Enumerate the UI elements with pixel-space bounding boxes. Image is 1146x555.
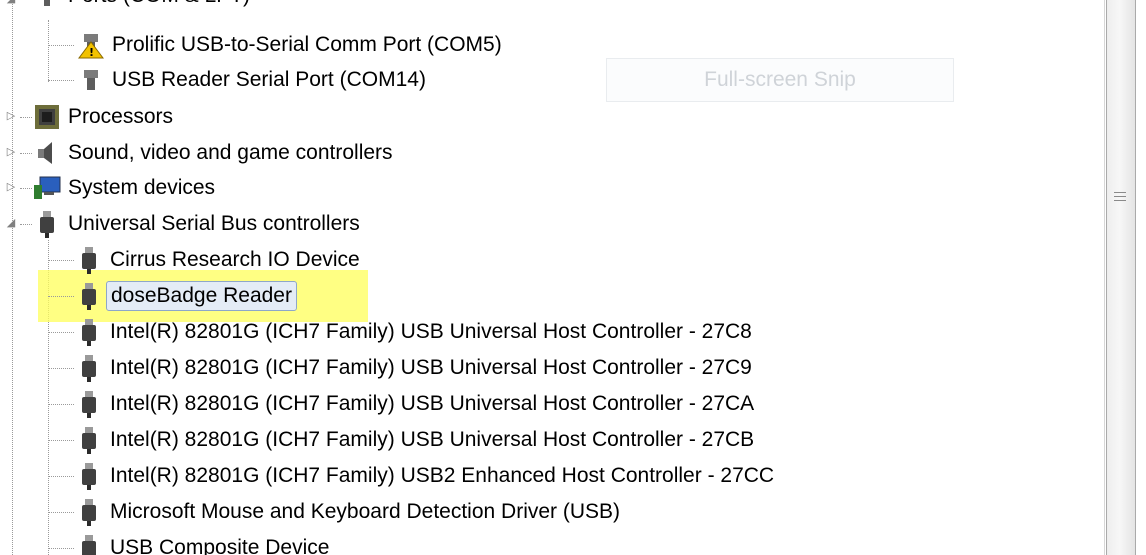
tree-connector (20, 224, 32, 225)
tree-connector (48, 332, 74, 333)
tree-item-system-devices[interactable]: ▷ System devices (4, 170, 219, 206)
tree-item-ports[interactable]: ◢ Ports (COM & LPT) (4, 0, 254, 14)
expand-arrow-icon[interactable]: ▷ (4, 145, 18, 158)
usb-plug-icon (74, 281, 104, 311)
tree-item-usb-reader-serial-port[interactable]: USB Reader Serial Port (COM14) (48, 62, 430, 98)
tree-item-label: Microsoft Mouse and Keyboard Detection D… (110, 500, 621, 523)
processor-icon (32, 102, 62, 132)
tree-item-label: USB Composite Device (110, 536, 330, 555)
tree-connector (48, 476, 74, 477)
tree-connector (48, 404, 74, 405)
port-warning-icon: ! (76, 30, 106, 60)
usb-plug-icon (74, 353, 104, 383)
tree-item-label: USB Reader Serial Port (COM14) (112, 68, 426, 91)
tree-item-label: Cirrus Research IO Device (110, 248, 360, 271)
expand-arrow-icon[interactable]: ▷ (4, 109, 18, 122)
tree-item-usb-composite-device[interactable]: USB Composite Device (48, 530, 333, 555)
expand-arrow-icon[interactable]: ▷ (4, 180, 18, 193)
tree-item-label: Prolific USB-to-Serial Comm Port (COM5) (112, 33, 502, 56)
collapse-arrow-icon[interactable]: ◢ (4, 216, 18, 229)
usb-plug-icon (74, 461, 104, 491)
usb-plug-icon (74, 497, 104, 527)
tree-connector (20, 153, 32, 154)
speaker-icon (32, 138, 62, 168)
tree-connector (48, 440, 74, 441)
collapse-arrow-icon[interactable]: ◢ (4, 0, 18, 5)
tree-connector (48, 45, 74, 46)
tree-item-label: Universal Serial Bus controllers (68, 212, 360, 235)
tree-item-intel-uhci-27c9[interactable]: Intel(R) 82801G (ICH7 Family) USB Univer… (48, 350, 756, 386)
tree-connector (20, 188, 32, 189)
tree-connector (48, 296, 74, 297)
port-icon (76, 65, 106, 95)
tree-connector (48, 368, 74, 369)
tree-item-prolific-port[interactable]: ! Prolific USB-to-Serial Comm Port (COM5… (48, 27, 506, 63)
tree-item-label: Sound, video and game controllers (68, 141, 393, 164)
tree-item-cirrus-io-device[interactable]: Cirrus Research IO Device (48, 242, 364, 278)
tree-connector (12, 0, 13, 555)
tree-item-intel-uhci-27cb[interactable]: Intel(R) 82801G (ICH7 Family) USB Univer… (48, 422, 758, 458)
usb-plug-icon (74, 389, 104, 419)
tree-item-sound-video-game[interactable]: ▷ Sound, video and game controllers (4, 135, 397, 171)
tree-item-usb-controllers[interactable]: ◢ Universal Serial Bus controllers (4, 206, 364, 242)
tree-item-dosebadge-reader[interactable]: doseBadge Reader (48, 278, 297, 314)
usb-plug-icon (74, 317, 104, 347)
computer-icon (32, 173, 62, 203)
tree-item-intel-ehci-27cc[interactable]: Intel(R) 82801G (ICH7 Family) USB2 Enhan… (48, 458, 778, 494)
tree-item-label: Intel(R) 82801G (ICH7 Family) USB Univer… (110, 392, 755, 415)
tree-item-label: Intel(R) 82801G (ICH7 Family) USB Univer… (110, 320, 752, 343)
tree-item-label-selected: doseBadge Reader (106, 281, 297, 311)
scrollbar-grip-icon (1114, 192, 1126, 204)
tree-item-intel-uhci-27ca[interactable]: Intel(R) 82801G (ICH7 Family) USB Univer… (48, 386, 758, 422)
usb-plug-icon (74, 425, 104, 455)
vertical-scrollbar-thumb[interactable] (1106, 0, 1136, 555)
tree-item-processors[interactable]: ▷ Processors (4, 99, 177, 135)
svg-text:!: ! (89, 46, 94, 59)
tree-item-label: Intel(R) 82801G (ICH7 Family) USB Univer… (110, 356, 752, 379)
tree-item-label: Intel(R) 82801G (ICH7 Family) USB Univer… (110, 428, 755, 451)
device-tree[interactable]: ◢ Ports (COM & LPT) ! Prolific USB-to-Se… (0, 0, 1104, 555)
tree-connector (48, 548, 74, 549)
tree-item-label: System devices (68, 176, 216, 199)
tree-connector (20, 117, 32, 118)
port-icon (32, 0, 62, 11)
tree-item-label: Intel(R) 82801G (ICH7 Family) USB2 Enhan… (110, 464, 775, 487)
usb-plug-icon (74, 245, 104, 275)
tree-item-ms-mouse-keyboard-driver[interactable]: Microsoft Mouse and Keyboard Detection D… (48, 494, 624, 530)
tree-item-label: Processors (68, 105, 174, 128)
usb-plug-icon (74, 533, 104, 555)
tree-item-intel-uhci-27c8[interactable]: Intel(R) 82801G (ICH7 Family) USB Univer… (48, 314, 756, 350)
full-screen-snip-overlay[interactable]: Full-screen Snip (606, 58, 954, 102)
tree-item-label: Ports (COM & LPT) (64, 0, 254, 10)
tree-connector (48, 80, 74, 81)
tree-connector (48, 260, 74, 261)
usb-plug-icon (32, 209, 62, 239)
snip-label: Full-screen Snip (704, 68, 856, 91)
tree-connector (48, 512, 74, 513)
